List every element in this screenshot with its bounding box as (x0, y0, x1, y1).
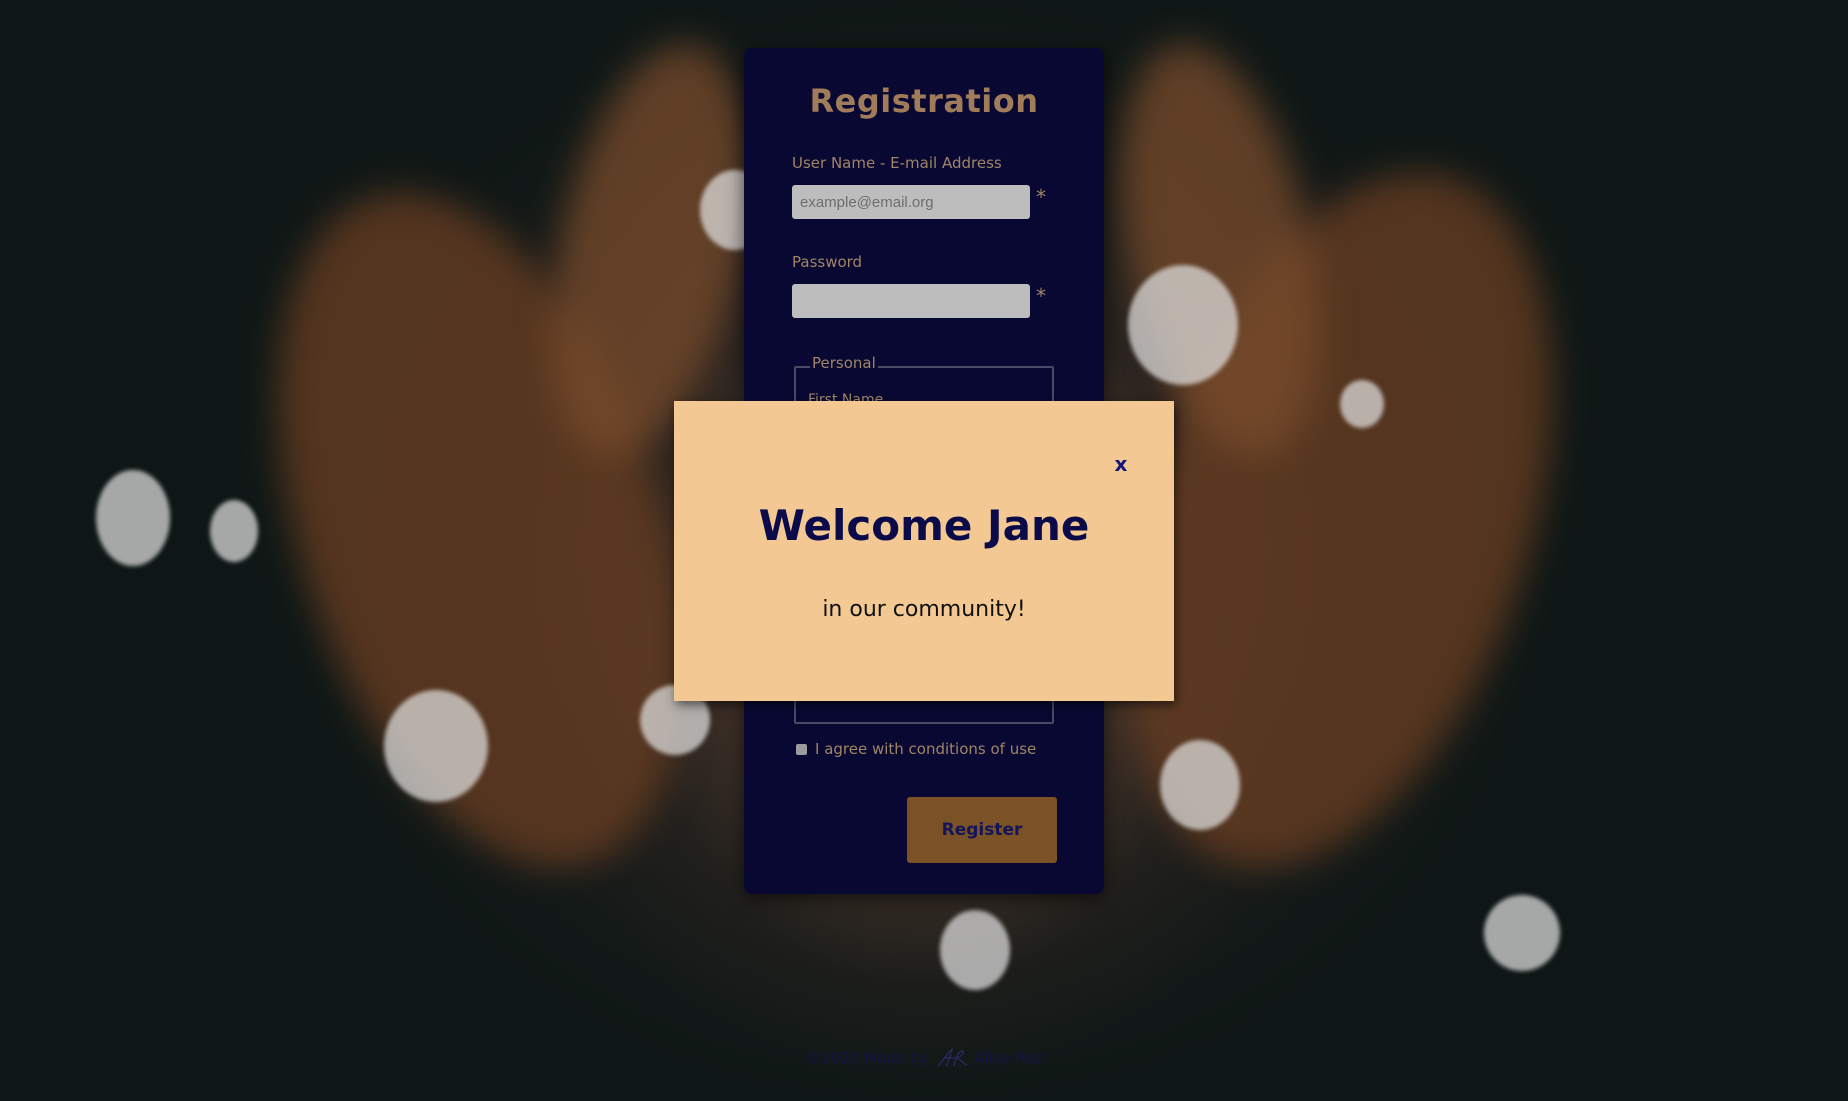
welcome-modal: x Welcome Jane in our community! (674, 401, 1174, 701)
email-input[interactable] (792, 185, 1030, 219)
agree-label: I agree with conditions of use (815, 740, 1037, 758)
register-button[interactable]: Register (907, 797, 1057, 863)
close-button[interactable]: x (1108, 449, 1134, 479)
bokeh-light (384, 690, 488, 802)
modal-title: Welcome Jane (758, 501, 1090, 550)
bokeh-light (96, 470, 170, 566)
password-required-marker: * (1036, 284, 1046, 308)
footer: ©2020 Made by Alice Rez (0, 1046, 1848, 1070)
bokeh-light (1484, 895, 1560, 971)
signature-logo-icon (937, 1047, 968, 1067)
password-label: Password (792, 253, 863, 271)
email-label: User Name - E-mail Address (792, 154, 1002, 172)
registration-title: Registration (809, 82, 1039, 120)
bokeh-light (940, 910, 1010, 990)
bokeh-light (1160, 740, 1240, 830)
email-required-marker: * (1036, 185, 1046, 209)
agree-checkbox[interactable] (796, 743, 807, 755)
bokeh-light (1340, 380, 1384, 428)
modal-subtitle: in our community! (822, 597, 1026, 622)
footer-author: Alice Rez (974, 1049, 1042, 1067)
bokeh-light (1128, 265, 1238, 385)
personal-legend: Personal (810, 354, 878, 372)
footer-prefix: ©2020 Made by (806, 1049, 929, 1067)
password-input[interactable] (792, 284, 1030, 318)
agree-row: I agree with conditions of use (796, 740, 1036, 758)
bokeh-light (210, 500, 258, 562)
